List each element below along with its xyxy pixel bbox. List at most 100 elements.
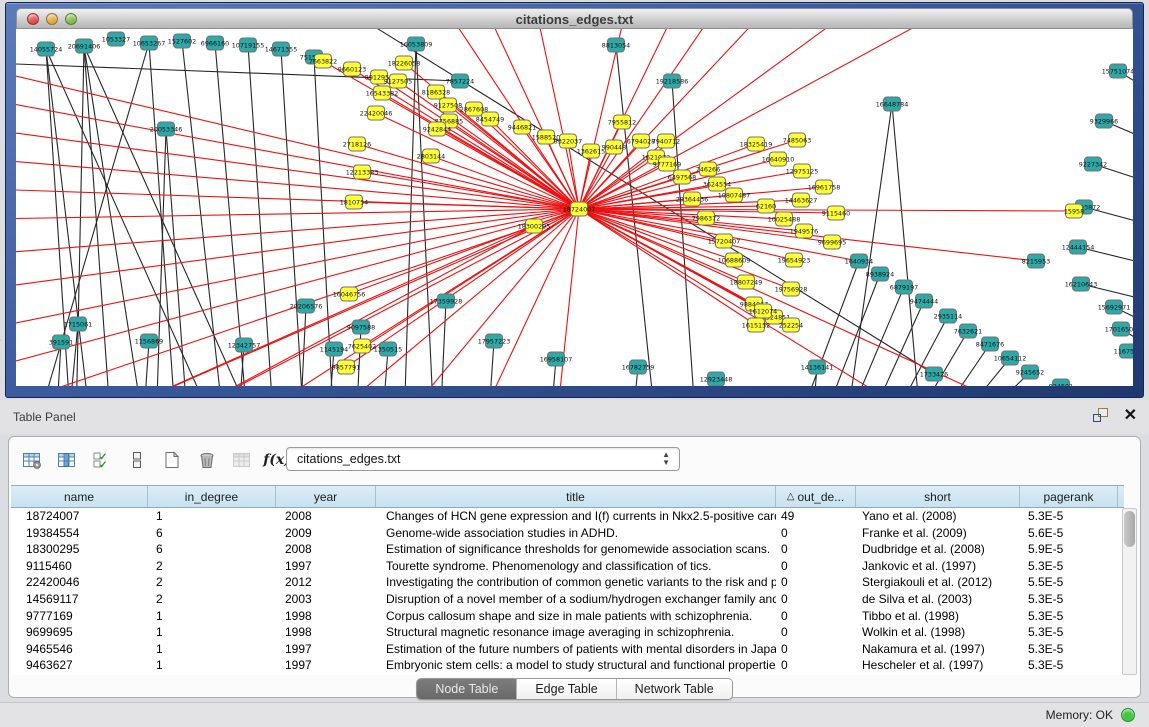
table-row[interactable]: 1830029562008Estimation of significance … xyxy=(11,541,1124,558)
graph-edge[interactable] xyxy=(182,41,224,386)
table-cell[interactable]: Estimation of significance thresholds fo… xyxy=(376,541,776,558)
network-window-titlebar[interactable]: citations_edges.txt xyxy=(16,8,1133,29)
table-cell[interactable]: 2008 xyxy=(276,508,376,525)
delete-table-icon[interactable] xyxy=(194,447,220,473)
graph-edge[interactable] xyxy=(314,57,334,386)
table-cell[interactable]: 5.3E-5 xyxy=(1020,641,1118,658)
table-options-icon[interactable] xyxy=(19,447,45,473)
table-cell[interactable]: 6 xyxy=(148,525,276,542)
table-cell[interactable]: 0 xyxy=(776,591,856,608)
table-cell[interactable]: 5.6E-5 xyxy=(1020,525,1118,542)
table-cell[interactable]: 18724007 xyxy=(11,508,148,525)
table-row[interactable]: 1872400712008Changes of HCN gene express… xyxy=(11,508,1124,525)
table-cell[interactable]: 2 xyxy=(148,591,276,608)
close-panel-icon[interactable]: ✕ xyxy=(1124,408,1137,424)
graph-edge[interactable] xyxy=(68,324,78,386)
column-header-year[interactable]: year xyxy=(276,486,376,507)
table-cell[interactable]: Corpus callosum shape and size in male p… xyxy=(376,608,776,625)
table-cell[interactable]: Wolkin et al. (1998) xyxy=(856,624,1020,641)
table-cell[interactable]: 5.9E-5 xyxy=(1020,541,1118,558)
table-cell[interactable]: Hescheler et al. (1997) xyxy=(856,657,1020,674)
table-cell[interactable]: Genome-wide association studies in ADHD. xyxy=(376,525,776,542)
create-table-icon[interactable] xyxy=(159,447,185,473)
table-cell[interactable]: Nakamura et al. (1997) xyxy=(856,641,1020,658)
table-cell[interactable]: 0 xyxy=(776,525,856,542)
table-cell[interactable]: Tibbo et al. (1998) xyxy=(856,608,1020,625)
column-header-out-de-[interactable]: △out_de... xyxy=(776,486,856,507)
table-cell[interactable]: Embryonic stem cells: a model to study s… xyxy=(376,657,776,674)
graph-edge[interactable] xyxy=(248,45,274,386)
table-row[interactable]: 946362711997Embryonic stem cells: a mode… xyxy=(11,657,1124,674)
table-cell[interactable]: 1 xyxy=(148,624,276,641)
table-cell[interactable]: 9465546 xyxy=(11,641,148,658)
table-cell[interactable]: Dudbridge et al. (2008) xyxy=(856,541,1020,558)
float-panel-icon[interactable] xyxy=(1093,408,1110,424)
table-cell[interactable]: 5.3E-5 xyxy=(1020,591,1118,608)
graph-edge[interactable] xyxy=(281,49,304,386)
table-row[interactable]: 946554611997Estimation of the future num… xyxy=(11,641,1124,658)
table-cell[interactable]: 0 xyxy=(776,608,856,625)
table-cell[interactable]: 9777169 xyxy=(11,608,148,625)
scrollbar-thumb[interactable] xyxy=(1124,511,1135,547)
table-cell[interactable]: 5.3E-5 xyxy=(1020,657,1118,674)
table-cell[interactable]: 1997 xyxy=(276,558,376,575)
table-cell[interactable]: Structural magnetic resonance image aver… xyxy=(376,624,776,641)
table-row[interactable]: 1938455462009Genome-wide association stu… xyxy=(11,525,1124,542)
table-cell[interactable]: 1 xyxy=(148,608,276,625)
table-cell[interactable]: Estimation of the future numbers of pati… xyxy=(376,641,776,658)
table-cell[interactable]: 5.5E-5 xyxy=(1020,574,1118,591)
column-header-title[interactable]: title xyxy=(376,486,776,507)
tab-edge-table[interactable]: Edge Table xyxy=(517,679,616,699)
table-cell[interactable]: 0 xyxy=(776,641,856,658)
table-cell[interactable]: de Silva et al. (2003) xyxy=(856,591,1020,608)
table-cell[interactable]: 22420046 xyxy=(11,574,148,591)
table-cell[interactable]: 18300295 xyxy=(11,541,148,558)
table-cell[interactable]: 0 xyxy=(776,541,856,558)
table-cell[interactable]: 0 xyxy=(776,657,856,674)
table-cell[interactable]: 0 xyxy=(776,558,856,575)
network-canvas[interactable]: 1872400714055724206914061053327106532671… xyxy=(16,29,1133,386)
column-header-short[interactable]: short xyxy=(856,486,1020,507)
table-cell[interactable]: 1998 xyxy=(276,608,376,625)
table-cell[interactable]: 5.3E-5 xyxy=(1020,624,1118,641)
select-columns-icon[interactable]: ✓✓ xyxy=(89,447,115,473)
column-header-pagerank[interactable]: pagerank xyxy=(1020,486,1118,507)
table-cell[interactable]: 2009 xyxy=(276,525,376,542)
graph-edge[interactable] xyxy=(356,327,361,386)
row-height-icon[interactable] xyxy=(124,447,150,473)
table-cell[interactable]: 1 xyxy=(148,641,276,658)
table-cell[interactable]: 6 xyxy=(148,541,276,558)
table-cell[interactable]: 5.3E-5 xyxy=(1020,508,1118,525)
table-cell[interactable]: Disruption of a novel member of a sodium… xyxy=(376,591,776,608)
table-cell[interactable]: Franke et al. (2009) xyxy=(856,525,1020,542)
table-cell[interactable]: Tourette syndrome. Phenomenology and cla… xyxy=(376,558,776,575)
table-cell[interactable]: 0 xyxy=(776,574,856,591)
table-cell[interactable]: 1997 xyxy=(276,641,376,658)
column-header-name[interactable]: name xyxy=(11,486,148,507)
table-cell[interactable]: Yano et al. (2008) xyxy=(856,508,1020,525)
column-header-in-degree[interactable]: in_degree xyxy=(148,486,276,507)
table-cell[interactable]: Changes of HCN gene expression and I(f) … xyxy=(376,508,776,525)
tab-node-table[interactable]: Node Table xyxy=(417,679,517,699)
table-selector-dropdown[interactable]: citations_edges.txt ▲▼ xyxy=(286,447,680,471)
table-cell[interactable]: 2012 xyxy=(276,574,376,591)
table-scrollbar[interactable] xyxy=(1122,508,1137,675)
table-cell[interactable]: 9115460 xyxy=(11,558,148,575)
table-cell[interactable]: 19384554 xyxy=(11,525,148,542)
table-cell[interactable]: 1 xyxy=(148,657,276,674)
table-row[interactable]: 2242004622012Investigating the contribut… xyxy=(11,574,1124,591)
graph-edge[interactable] xyxy=(579,157,656,209)
tab-network-table[interactable]: Network Table xyxy=(617,679,732,699)
table-cell[interactable]: 2008 xyxy=(276,541,376,558)
table-cell[interactable]: 5.3E-5 xyxy=(1020,558,1118,575)
table-cell[interactable]: Jankovic et al. (1997) xyxy=(856,558,1020,575)
table-row[interactable]: 911546021997Tourette syndrome. Phenomeno… xyxy=(11,558,1124,575)
table-cell[interactable]: 9699695 xyxy=(11,624,148,641)
graph-edge[interactable] xyxy=(866,301,924,386)
table-cell[interactable]: 2 xyxy=(148,574,276,591)
graph-edge[interactable] xyxy=(536,29,579,209)
graph-edge[interactable] xyxy=(76,209,579,386)
table-row[interactable]: 969969511998Structural magnetic resonanc… xyxy=(11,624,1124,641)
table-cell[interactable]: Investigating the contribution of common… xyxy=(376,574,776,591)
table-cell[interactable]: 1 xyxy=(148,508,276,525)
